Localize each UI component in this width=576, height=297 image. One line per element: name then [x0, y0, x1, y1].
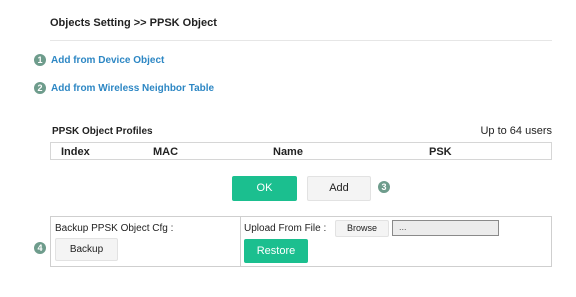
file-path-field[interactable]: ... — [392, 220, 499, 236]
add-from-device-object-link[interactable]: Add from Device Object — [51, 55, 164, 66]
profiles-table-header: Index MAC Name PSK — [50, 142, 552, 160]
column-header-mac: MAC — [153, 146, 179, 158]
backup-panel-divider — [240, 216, 241, 267]
step-3-badge: 3 — [378, 181, 390, 193]
user-limit-text: Up to 64 users — [480, 125, 552, 137]
profiles-title: PPSK Object Profiles — [52, 126, 153, 137]
column-header-index: Index — [61, 146, 90, 158]
backup-label: Backup PPSK Object Cfg : — [55, 223, 174, 234]
step-1-badge: 1 — [34, 54, 46, 66]
browse-button[interactable]: Browse — [335, 220, 389, 237]
column-header-name: Name — [273, 146, 303, 158]
step-2-badge: 2 — [34, 82, 46, 94]
ok-button[interactable]: OK — [232, 176, 297, 201]
step-4-badge: 4 — [34, 242, 46, 254]
upload-from-file-label: Upload From File : — [244, 223, 327, 234]
restore-button[interactable]: Restore — [244, 239, 308, 263]
backup-button[interactable]: Backup — [55, 238, 118, 261]
add-button[interactable]: Add — [307, 176, 371, 201]
title-divider — [50, 40, 552, 41]
page-title: Objects Setting >> PPSK Object — [50, 17, 217, 29]
add-from-wireless-neighbor-link[interactable]: Add from Wireless Neighbor Table — [51, 83, 214, 94]
column-header-psk: PSK — [429, 146, 452, 158]
